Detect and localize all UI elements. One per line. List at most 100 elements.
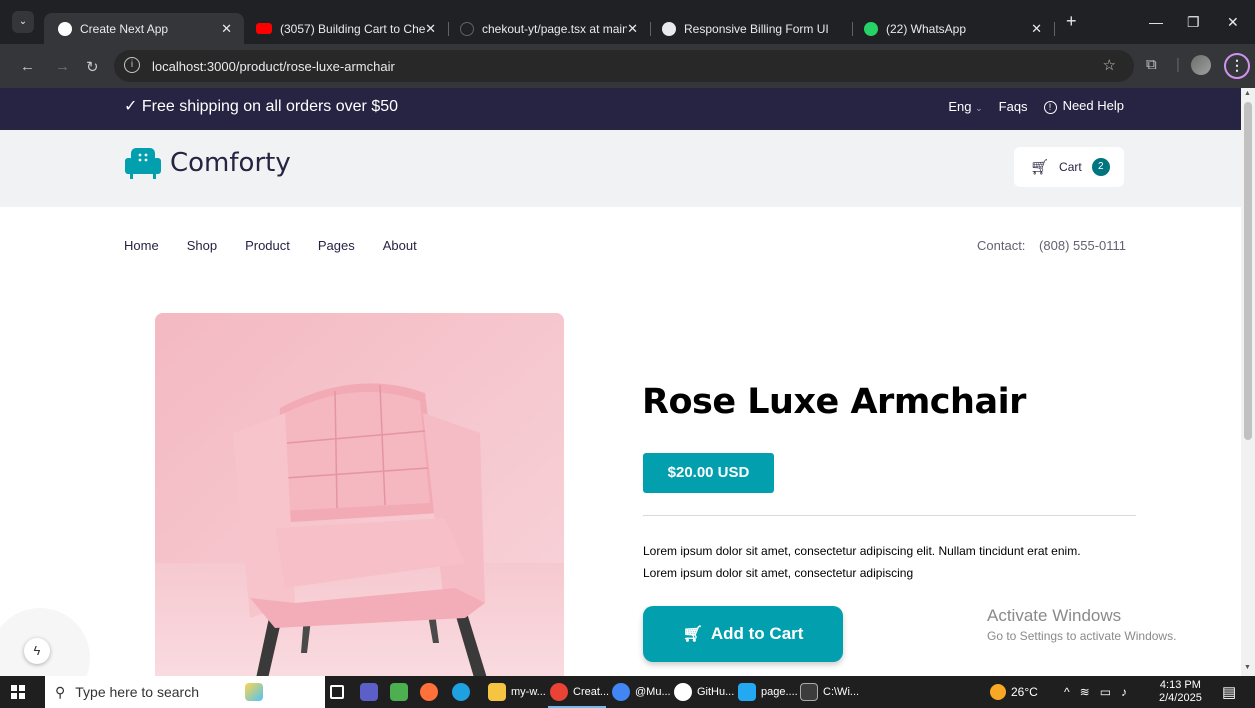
codepen-favicon-icon [662, 21, 676, 36]
main-navigation: Home Shop Product Pages About [124, 238, 417, 253]
taskbar-app-github[interactable]: GitHu... [674, 676, 734, 708]
site-info-icon[interactable]: i [124, 57, 140, 73]
armchair-image [155, 313, 564, 676]
address-bar[interactable]: i localhost:3000/product/rose-luxe-armch… [114, 50, 1134, 82]
bookmark-star-icon[interactable]: ☆ [1103, 56, 1116, 74]
site-logo[interactable]: Comforty [124, 146, 291, 180]
tray-expand-icon[interactable]: ^ [1064, 685, 1070, 699]
battery-icon[interactable]: ▭ [1100, 685, 1111, 699]
close-tab-icon[interactable]: ✕ [221, 21, 232, 37]
site-header: Comforty 🛒︎ Cart 2 [0, 130, 1241, 207]
description-line: Lorem ipsum dolor sit amet, consectetur … [643, 566, 914, 580]
search-placeholder: Type here to search [75, 684, 200, 700]
logo-text: Comforty [170, 148, 291, 178]
search-icon: ⚲ [55, 683, 66, 700]
chevron-down-icon: ⌄ [975, 102, 983, 113]
weather-widget[interactable]: 26°C [990, 676, 1038, 708]
watermark-title: Activate Windows [987, 606, 1122, 625]
minimize-icon[interactable]: — [1149, 14, 1163, 30]
description-line: Lorem ipsum dolor sit amet, consectetur … [643, 544, 1081, 558]
divider [643, 515, 1136, 516]
teams-icon[interactable] [360, 676, 383, 708]
close-tab-icon[interactable]: ✕ [627, 21, 638, 37]
taskbar-clock[interactable]: 4:13 PM 2/4/2025 [1159, 679, 1202, 705]
nav-home[interactable]: Home [124, 238, 159, 253]
forward-icon[interactable]: → [55, 58, 70, 75]
add-to-cart-button[interactable]: 🛒︎ Add to Cart [643, 606, 843, 662]
tab-label: Responsive Billing Form UI [684, 21, 829, 36]
wifi-icon[interactable]: ≋ [1080, 685, 1090, 699]
contact-label: Contact: [977, 238, 1026, 253]
edge-icon[interactable] [452, 676, 475, 708]
url-text: localhost:3000/product/rose-luxe-armchai… [152, 59, 395, 74]
github-favicon-icon [460, 21, 474, 36]
topbar-links: Eng ⌄ Faqs ! Need Help [948, 98, 1124, 114]
product-description: Lorem ipsum dolor sit amet, consectetur … [643, 540, 1133, 584]
scroll-down-icon[interactable]: ▼ [1244, 664, 1251, 671]
need-help-link[interactable]: ! Need Help [1043, 98, 1124, 114]
taskbar-app-chrome-profile[interactable]: @Mu... [612, 676, 671, 708]
taskbar-app-vscode[interactable]: page.... [738, 676, 798, 708]
cart-count-badge: 2 [1091, 158, 1110, 176]
volume-icon[interactable]: ♪ [1121, 685, 1127, 699]
nextjs-dev-indicator-icon[interactable]: ϟ [24, 638, 50, 664]
tab-label: (3057) Building Cart to Chec [280, 21, 425, 36]
copilot-icon[interactable] [245, 676, 268, 708]
price-badge: $20.00 USD [643, 453, 774, 493]
weather-icon [990, 684, 1006, 700]
taskbar-app-explorer[interactable]: my-w... [488, 676, 546, 708]
windows-taskbar: ⚲ Type here to search my-w... Creat... @… [0, 676, 1255, 708]
faqs-link[interactable]: Faqs [999, 99, 1028, 114]
windows-start-icon[interactable] [11, 685, 25, 699]
new-tab-icon[interactable]: + [1066, 11, 1077, 32]
notifications-icon[interactable]: ▤ [1222, 676, 1236, 708]
close-window-icon[interactable]: ✕ [1227, 14, 1239, 31]
nav-about[interactable]: About [383, 238, 417, 253]
youtube-favicon-icon [256, 23, 272, 34]
toolbar-separator: | [1176, 56, 1180, 73]
nav-shop[interactable]: Shop [187, 238, 217, 253]
back-icon[interactable]: ← [20, 58, 35, 75]
page-scrollbar[interactable]: ▲ ▼ [1241, 88, 1255, 676]
tab-github-page[interactable]: chekout-yt/page.tsx at main ✕ [450, 13, 650, 44]
extensions-icon[interactable]: ⧉ [1146, 56, 1157, 73]
tab-label: Create Next App [80, 21, 169, 36]
contact-phone[interactable]: (808) 555-0111 [1039, 238, 1126, 253]
nav-pages[interactable]: Pages [318, 238, 355, 253]
tab-create-next-app[interactable]: Create Next App ✕ [44, 13, 244, 44]
armchair-logo-icon [125, 148, 161, 179]
whatsapp-favicon-icon [864, 21, 878, 36]
system-tray: ^ ≋ ▭ ♪ [1064, 676, 1127, 708]
tab-search-icon[interactable]: ⌄ [12, 11, 34, 33]
activate-windows-watermark: Activate Windows Go to Settings to activ… [987, 606, 1176, 643]
restore-icon[interactable]: ❐ [1187, 14, 1200, 31]
language-select[interactable]: Eng ⌄ [948, 99, 982, 114]
reload-icon[interactable]: ↻ [86, 58, 99, 76]
firefox-icon[interactable] [420, 676, 443, 708]
shipping-label: Free shipping on all orders over $50 [141, 98, 399, 115]
tab-whatsapp[interactable]: (22) WhatsApp ✕ [854, 13, 1054, 44]
tab-billing-form[interactable]: Responsive Billing Form UI [652, 13, 852, 44]
taskbar-app-terminal[interactable]: C:\Wi... [800, 676, 859, 708]
tab-youtube[interactable]: (3057) Building Cart to Chec ✕ [246, 13, 448, 44]
taskbar-app-chrome[interactable]: Creat... [550, 676, 609, 708]
tab-label: chekout-yt/page.tsx at main [482, 21, 627, 36]
add-to-cart-label: Add to Cart [710, 624, 804, 643]
product-image [155, 313, 564, 676]
tab-separator [852, 22, 853, 36]
chrome-menu-icon[interactable]: ⋮ [1224, 53, 1250, 79]
contact-info: Contact: (808) 555-0111 [977, 238, 1126, 253]
profile-avatar[interactable] [1191, 55, 1211, 75]
cart-button[interactable]: 🛒︎ Cart 2 [1014, 147, 1124, 187]
browser-tab-strip: ⌄ Create Next App ✕ (3057) Building Cart… [0, 0, 1255, 44]
info-icon: ! [1043, 101, 1057, 114]
task-view-icon[interactable] [330, 676, 349, 708]
calendar-app-icon[interactable] [390, 676, 413, 708]
close-tab-icon[interactable]: ✕ [425, 21, 436, 37]
scrollbar-thumb[interactable] [1244, 102, 1252, 440]
scroll-up-icon[interactable]: ▲ [1244, 90, 1251, 97]
close-tab-icon[interactable]: ✕ [1031, 21, 1042, 37]
nav-product[interactable]: Product [245, 238, 290, 253]
taskbar-search[interactable]: ⚲ Type here to search [45, 676, 325, 708]
free-shipping-text: ✓ Free shipping on all orders over $50 [124, 96, 398, 116]
